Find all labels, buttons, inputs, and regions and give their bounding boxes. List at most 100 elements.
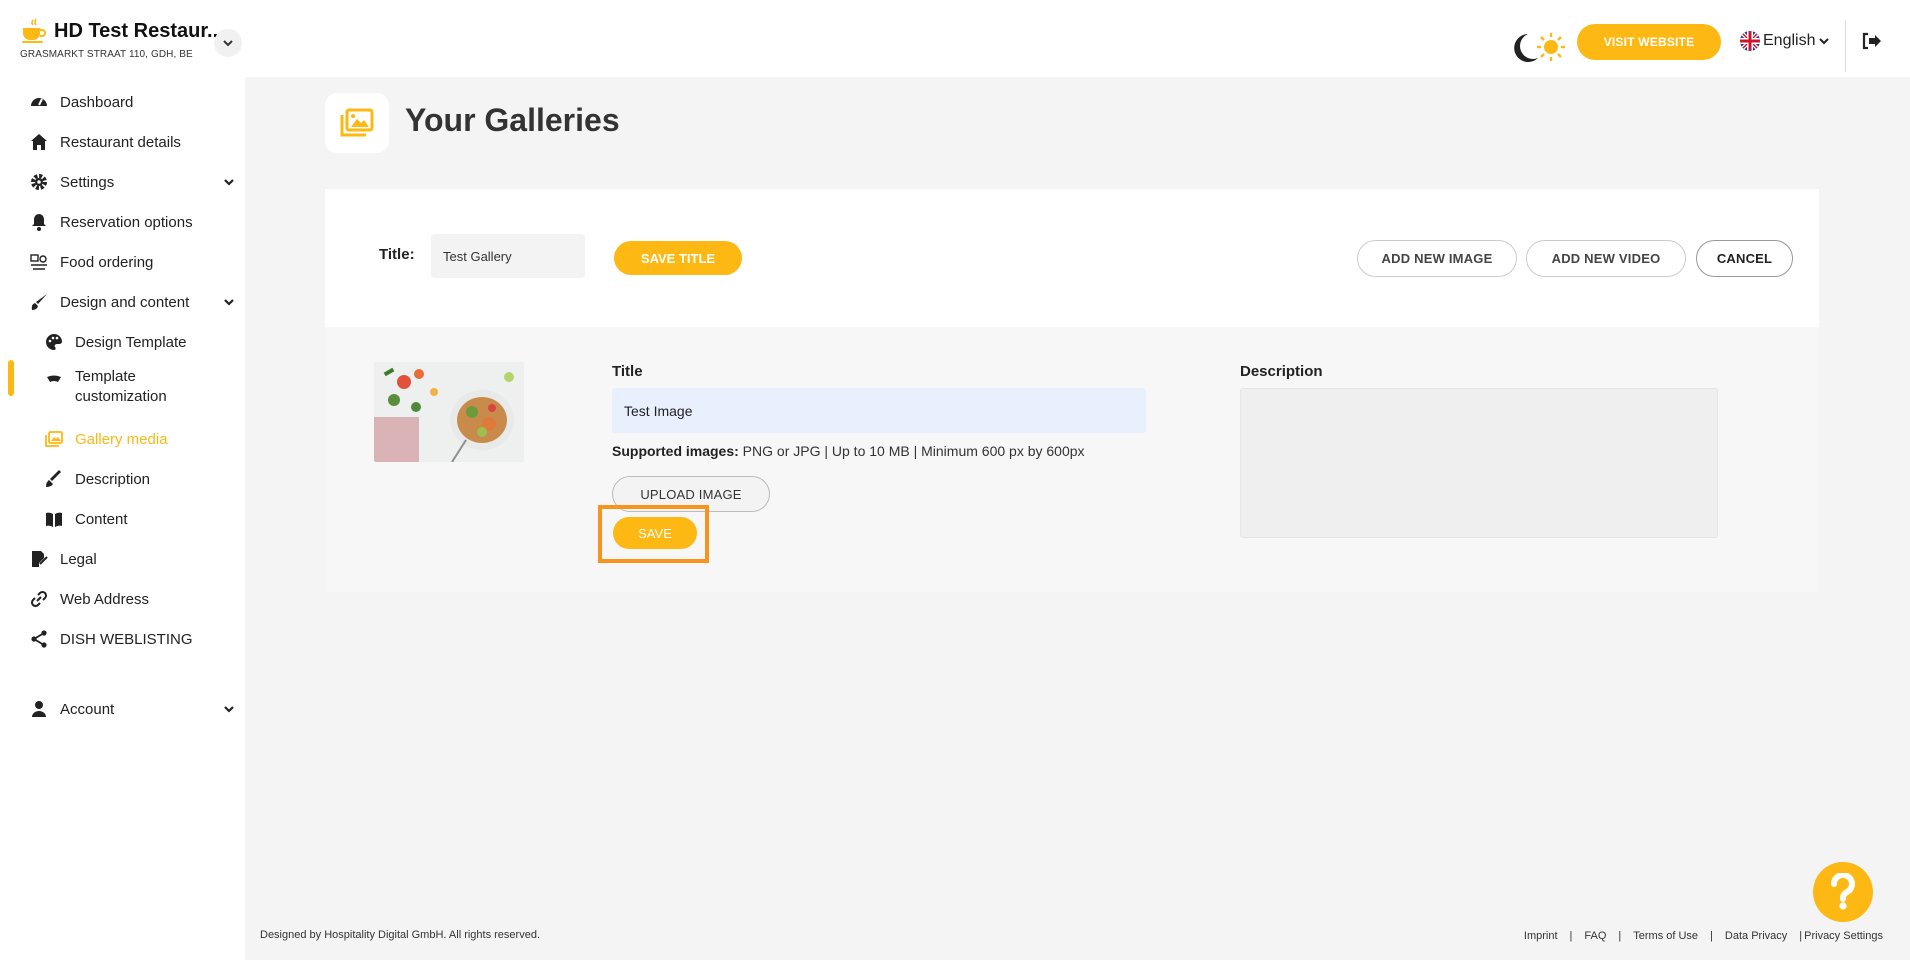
description-label: Description	[1240, 363, 1323, 380]
top-bar: HD Test Restaur... GRASMARKT STRAAT 110,…	[0, 0, 1910, 77]
link-icon	[30, 590, 48, 608]
supported-images-text: PNG or JPG | Up to 10 MB | Minimum 600 p…	[738, 443, 1085, 459]
uk-flag-icon	[1740, 31, 1760, 51]
add-new-image-button[interactable]: ADD NEW IMAGE	[1357, 240, 1517, 277]
sidebar-item-template-customization[interactable]: Template customization	[0, 367, 245, 411]
sidebar-item-web-address[interactable]: Web Address	[0, 584, 245, 614]
sidebar-item-label: DISH WEBLISTING	[60, 630, 193, 648]
gallery-icon	[45, 431, 63, 447]
pen-icon	[46, 470, 61, 487]
add-new-video-button[interactable]: ADD NEW VIDEO	[1526, 240, 1686, 277]
theme-toggle[interactable]	[1510, 30, 1568, 64]
sidebar-item-gallery-media[interactable]: Gallery media	[0, 424, 245, 454]
chevron-down-icon	[224, 179, 234, 186]
save-title-button[interactable]: SAVE TITLE	[614, 241, 742, 275]
help-button[interactable]	[1813, 862, 1873, 922]
chevron-down-icon	[223, 40, 233, 47]
supported-images-note: Supported images: PNG or JPG | Up to 10 …	[612, 443, 1085, 459]
chevron-down-icon	[1819, 38, 1830, 45]
book-icon	[46, 512, 62, 527]
restaurant-address: GRASMARKT STRAAT 110, GDH, BE	[20, 49, 193, 60]
gallery-icon	[340, 108, 374, 137]
sidebar-item-food-ordering[interactable]: Food ordering	[0, 247, 245, 277]
sidebar-item-label: Content	[75, 510, 128, 528]
sidebar-item-label: Design Template	[75, 333, 187, 351]
page-title: Your Galleries	[405, 102, 620, 138]
save-button[interactable]: SAVE	[613, 517, 697, 549]
sidebar-item-label: Template customization	[75, 367, 167, 407]
sidebar-item-label: Description	[75, 470, 151, 488]
sidebar: Dashboard Restaurant details Settings Re…	[0, 77, 245, 960]
sidebar-item-reservation-options[interactable]: Reservation options	[0, 207, 245, 237]
sidebar-item-legal[interactable]: Legal	[0, 544, 245, 574]
sidebar-item-dashboard[interactable]: Dashboard	[0, 87, 245, 117]
footer-links: Imprint | FAQ | Terms of Use | Data Priv…	[1524, 930, 1883, 942]
supported-images-label: Supported images:	[612, 443, 739, 459]
sidebar-item-label-line2: customization	[75, 388, 167, 405]
image-title-input[interactable]: Test Image	[612, 388, 1146, 433]
gallery-title-label: Title:	[379, 246, 415, 263]
sidebar-item-label: Food ordering	[60, 253, 154, 271]
sidebar-item-dish-weblisting[interactable]: DISH WEBLISTING	[0, 624, 245, 654]
cancel-button[interactable]: CANCEL	[1696, 240, 1793, 277]
restaurant-brand[interactable]: HD Test Restaur... GRASMARKT STRAAT 110,…	[20, 18, 224, 60]
sidebar-item-label-line1: Template	[75, 368, 136, 385]
question-mark-icon	[1830, 873, 1855, 910]
sidebar-item-label: Gallery media	[75, 430, 168, 448]
logout-icon[interactable]	[1860, 30, 1882, 52]
footer-separator: |	[1710, 930, 1713, 942]
visit-website-button[interactable]: VISIT WEBSITE	[1577, 24, 1721, 60]
footer-separator: |	[1569, 930, 1573, 942]
user-icon	[32, 701, 46, 717]
palette-icon	[46, 333, 63, 350]
description-textarea[interactable]	[1240, 388, 1718, 538]
sidebar-item-label: Restaurant details	[60, 133, 181, 151]
coffee-cup-icon	[22, 18, 46, 43]
image-title-label: Title	[612, 363, 643, 380]
sidebar-item-design-template[interactable]: Design Template	[0, 327, 245, 357]
language-selector[interactable]: English	[1740, 31, 1830, 51]
customization-icon	[47, 375, 61, 382]
footer-separator: |	[1618, 930, 1622, 942]
bell-icon	[32, 214, 46, 231]
sidebar-item-content[interactable]: Content	[0, 504, 245, 534]
sidebar-item-design-and-content[interactable]: Design and content	[0, 287, 245, 317]
sidebar-item-restaurant-details[interactable]: Restaurant details	[0, 127, 245, 157]
gallery-image-item: Title Test Image Supported images: PNG o…	[325, 327, 1819, 592]
share-icon	[31, 630, 47, 648]
sidebar-item-account[interactable]: Account	[0, 694, 245, 724]
header-divider	[1845, 20, 1846, 72]
legal-icon	[32, 551, 48, 567]
sidebar-item-label: Dashboard	[60, 93, 134, 111]
footer-link-faq[interactable]: FAQ	[1584, 930, 1606, 942]
restaurant-name: HD Test Restaur...	[54, 19, 224, 42]
chevron-down-icon	[224, 299, 234, 306]
restaurant-switcher-button[interactable]	[214, 29, 242, 57]
footer-copyright: Designed by Hospitality Digital GmbH. Al…	[260, 929, 541, 941]
sidebar-item-label: Account	[60, 700, 115, 718]
footer-link-data-privacy[interactable]: Data Privacy	[1725, 930, 1787, 942]
sidebar-item-label: Reservation options	[60, 213, 193, 231]
brush-icon	[31, 294, 47, 310]
footer-link-privacy-settings[interactable]: Privacy Settings	[1804, 930, 1883, 942]
page-icon-box	[325, 93, 389, 153]
sidebar-item-label: Legal	[60, 550, 97, 568]
chevron-down-icon	[224, 706, 234, 713]
footer-link-imprint[interactable]: Imprint	[1524, 930, 1558, 942]
image-thumbnail	[374, 362, 524, 462]
dashboard-icon	[31, 98, 47, 106]
language-label: English	[1763, 32, 1816, 49]
sidebar-item-settings[interactable]: Settings	[0, 167, 245, 197]
sidebar-item-label: Settings	[60, 173, 115, 191]
food-ordering-icon	[30, 254, 47, 270]
footer-separator: |	[1799, 930, 1803, 942]
sidebar-item-label: Design and content	[60, 293, 190, 311]
gallery-title-input[interactable]: Test Gallery	[431, 234, 585, 278]
sidebar-item-description[interactable]: Description	[0, 464, 245, 494]
gear-icon	[31, 174, 47, 190]
sun-icon	[1537, 33, 1565, 61]
footer-link-terms[interactable]: Terms of Use	[1633, 930, 1698, 942]
sidebar-item-label: Web Address	[60, 590, 149, 608]
home-icon	[31, 134, 47, 150]
gallery-header-card: Title: Test Gallery SAVE TITLE ADD NEW I…	[325, 189, 1819, 327]
